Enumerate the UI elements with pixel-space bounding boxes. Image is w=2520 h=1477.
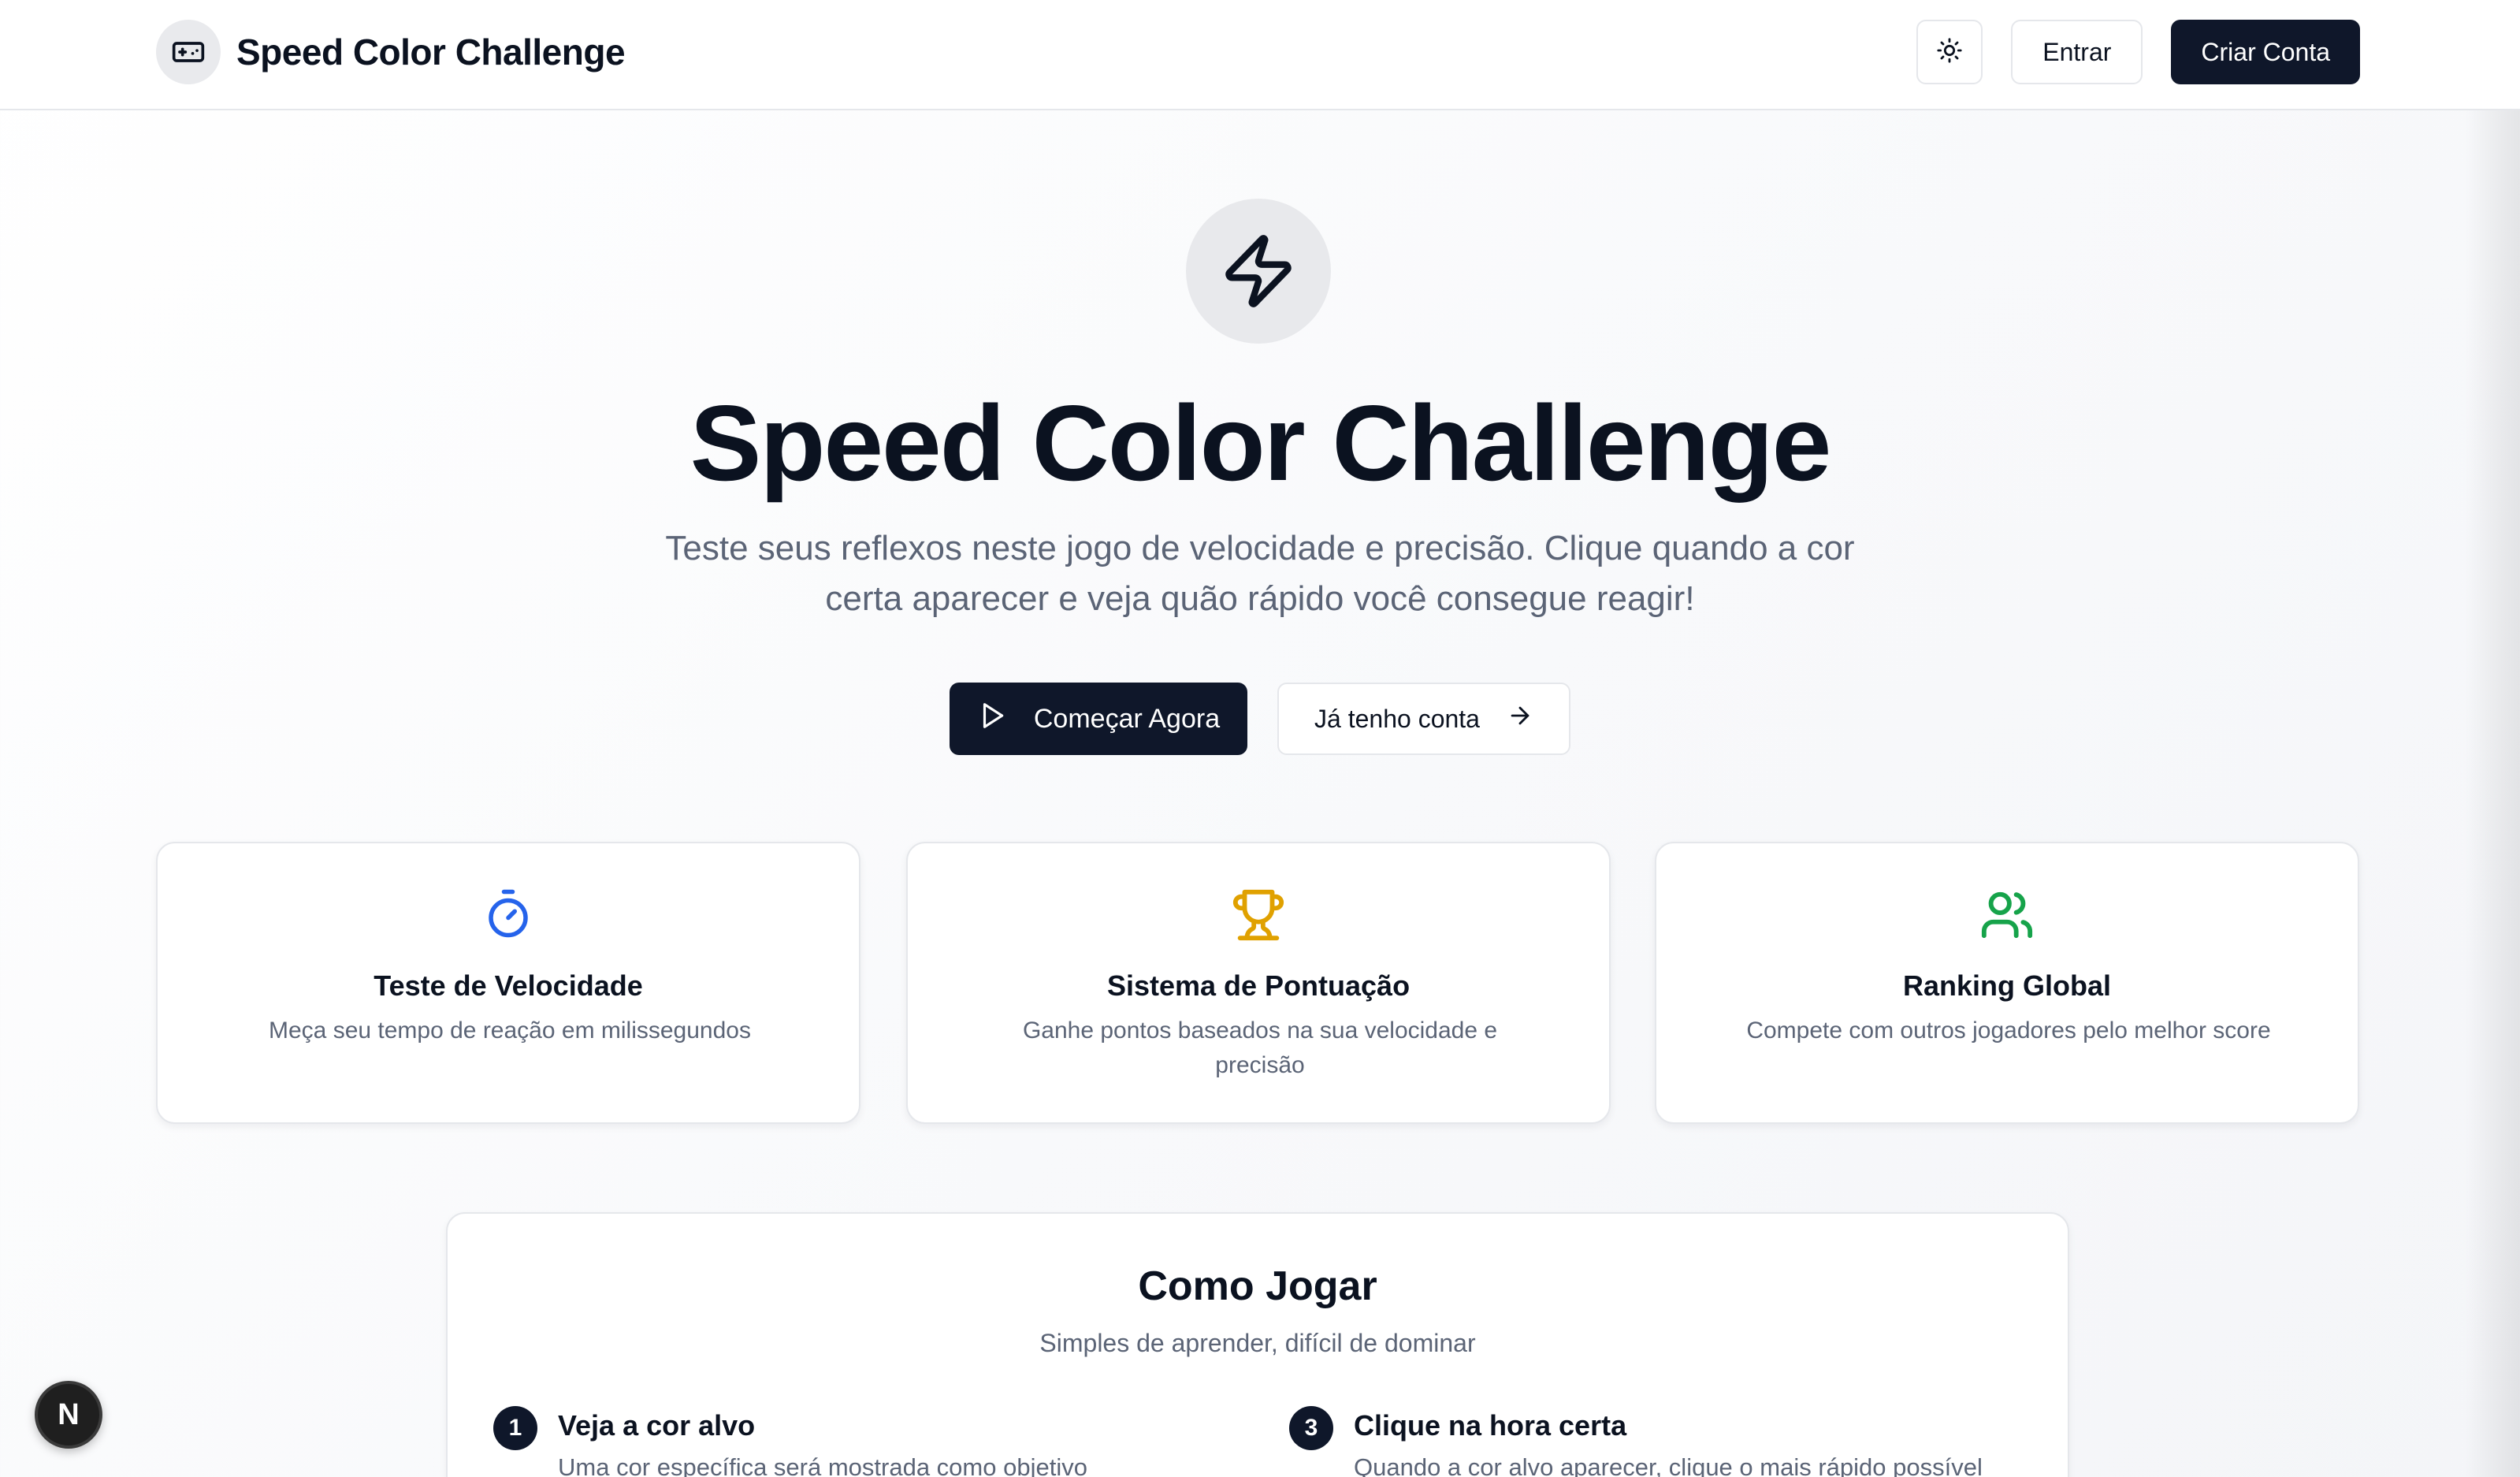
have-account-button[interactable]: Já tenho conta: [1277, 683, 1570, 755]
play-icon: [977, 701, 1007, 738]
feature-description: Compete com outros jogadores pelo melhor…: [1746, 1018, 2271, 1044]
hero-title: Speed Color Challenge: [689, 383, 1832, 503]
step-title: Veja a cor alvo: [558, 1409, 756, 1442]
feature-card-scoring: Sistema de Pontuação Ganhe pontos basead…: [906, 842, 1611, 1124]
feature-description: Meça seu tempo de reação em milissegundo…: [269, 1018, 751, 1044]
brand-title: Speed Color Challenge: [236, 32, 626, 73]
step-description: Uma cor específica será mostrada como ob…: [558, 1453, 1087, 1477]
step-number-badge: 1: [493, 1406, 537, 1450]
users-icon: [1656, 887, 2358, 943]
stopwatch-icon: [158, 887, 859, 939]
how-to-play-subtitle: Simples de aprender, difícil de dominar: [1039, 1329, 1476, 1357]
nextjs-dev-badge[interactable]: N: [35, 1381, 102, 1449]
trophy-icon: [908, 887, 1609, 943]
have-account-label: Já tenho conta: [1314, 704, 1480, 733]
step-description: Quando a cor alvo aparecer, clique o mai…: [1354, 1453, 1983, 1477]
brand[interactable]: Speed Color Challenge: [156, 19, 626, 85]
feature-card-speed: Teste de Velocidade Meça seu tempo de re…: [156, 842, 860, 1124]
signup-button[interactable]: Criar Conta: [2171, 20, 2360, 84]
step-title: Clique na hora certa: [1354, 1409, 1627, 1442]
sun-icon: [1936, 37, 1963, 68]
start-now-label: Começar Agora: [1033, 703, 1221, 734]
navbar: Speed Color Challenge Entrar Criar Conta: [0, 0, 2520, 110]
arrow-right-icon: [1507, 702, 1533, 735]
feature-description: Ganhe pontos baseados na sua velocidade …: [1022, 1018, 1498, 1078]
feature-card-ranking: Ranking Global Compete com outros jogado…: [1655, 842, 2359, 1124]
login-button[interactable]: Entrar: [2011, 20, 2143, 84]
gamepad-icon: [156, 20, 221, 84]
how-to-play-card: Como Jogar Simples de aprender, difícil …: [446, 1212, 2069, 1477]
start-now-button[interactable]: Começar Agora: [950, 683, 1247, 755]
theme-toggle-button[interactable]: [1916, 20, 1983, 84]
nav-actions: Entrar Criar Conta: [1916, 19, 2360, 85]
hero-buttons: Começar Agora Já tenho conta: [0, 683, 2520, 755]
lightning-icon: [1186, 199, 1331, 344]
step-number-badge: 3: [1289, 1406, 1333, 1450]
feature-title: Sistema de Pontuação: [1106, 969, 1411, 1002]
feature-title: Ranking Global: [1902, 969, 2112, 1002]
how-to-play-title: Como Jogar: [1138, 1263, 1377, 1309]
feature-title: Teste de Velocidade: [374, 969, 643, 1002]
hero-subtitle: Teste seus reflexos neste jogo de veloci…: [665, 529, 1855, 618]
